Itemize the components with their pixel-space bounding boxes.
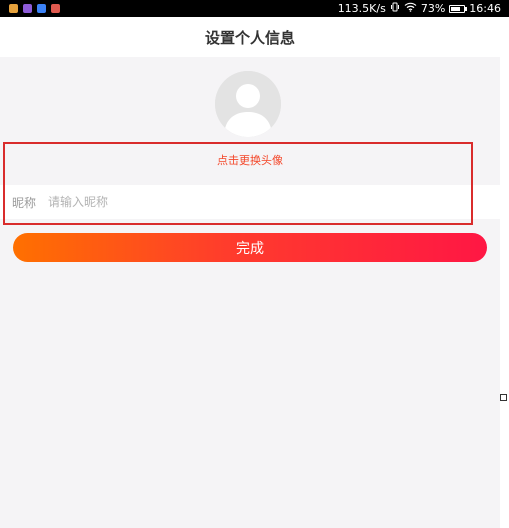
network-speed: 113.5K/s [337,2,386,15]
app-notification-icon [37,4,46,13]
vibrate-icon [390,0,400,17]
app-notification-icon [23,4,32,13]
status-bar: 113.5K/s 73% 16:46 [0,0,509,17]
app-notification-icon [51,4,60,13]
profile-setup-content: 点击更换头像 昵称 完成 [0,57,500,528]
page-title: 设置个人信息 [204,28,295,47]
avatar[interactable] [215,71,281,137]
app-header: 设置个人信息 [0,17,500,57]
default-avatar-icon [215,71,281,137]
change-avatar-link[interactable]: 点击更换头像 [0,152,500,168]
resize-handle[interactable] [500,394,507,401]
nickname-row: 昵称 [0,185,500,219]
nickname-label: 昵称 [12,195,37,210]
battery-fill [451,6,461,11]
done-button[interactable]: 完成 [13,233,487,262]
nickname-input[interactable] [48,195,468,209]
battery-level: 73% [420,2,446,15]
status-indicators: 113.5K/s 73% 16:46 [338,0,501,17]
battery-icon [449,4,468,13]
notification-icons [9,4,60,13]
wifi-icon [404,0,417,17]
app-notification-icon [9,4,18,13]
clock: 16:46 [469,2,501,15]
